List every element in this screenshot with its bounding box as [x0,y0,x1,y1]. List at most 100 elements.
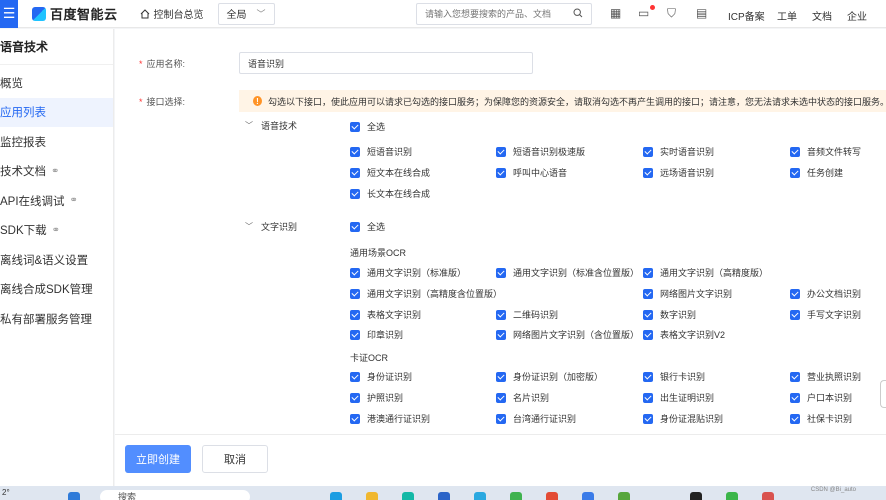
sidebar-item-tech-docs[interactable]: 技术文档 ⚭ [0,157,113,187]
checkbox-item[interactable]: 远场语音识别 [643,166,714,179]
checkbox-item[interactable]: 出生证明识别 [643,391,714,404]
checkbox-item[interactable]: 通用文字识别（高精度含位置版） [350,287,502,300]
os-taskbar: 搜索 [0,486,886,500]
checkbox-item[interactable]: 名片识别 [496,391,549,404]
checkbox-item[interactable]: 实时语音识别 [643,145,714,158]
category-speech[interactable]: ﹀ 语音技术 [245,119,297,132]
taskbar-search[interactable]: 搜索 [100,490,250,500]
menu-icon[interactable]: ☰ [0,0,18,28]
app-icon[interactable] [690,492,702,500]
checkbox-item[interactable]: 音频文件转写 [790,145,861,158]
app-icon[interactable] [402,492,414,500]
warning-banner: ! 勾选以下接口，使此应用可以请求已勾选的接口服务；为保障您的资源安全，请取消勾… [239,90,886,112]
sidebar-item-monitor[interactable]: 监控报表 [0,127,113,157]
checkbox-item[interactable]: 手写文字识别 [790,308,861,321]
folder-icon[interactable] [366,492,378,500]
checkbox-item[interactable]: 护照识别 [350,391,403,404]
browser-icon[interactable] [474,492,486,500]
region-value: 全局 [226,10,247,21]
wechat-icon[interactable] [726,492,738,500]
checkbox-item[interactable]: 营业执照识别 [790,370,861,383]
icp-link[interactable]: ICP备案 [728,8,765,23]
checkbox-item[interactable]: 长文本在线合成 [350,187,430,200]
app-icon[interactable] [546,492,558,500]
checkbox-item[interactable]: 二维码识别 [496,308,558,321]
checkbox-item[interactable]: 表格文字识别 [350,308,421,321]
app-name-input[interactable] [239,52,533,74]
checkbox-speech-select-all[interactable]: 全选 [350,120,385,133]
notification-dot [650,5,655,10]
interface-select-label: * 接口选择: [139,97,186,107]
app-icon[interactable] [510,492,522,500]
sidebar-item-offline-words[interactable]: 离线词&语义设置 [0,245,113,275]
checkbox-item[interactable]: 表格文字识别V2 [643,328,725,341]
checkbox-item[interactable]: 身份证识别 [350,370,412,383]
console-home-link[interactable]: 控制台总览 [140,6,204,21]
chevron-down-icon: ﹀ [256,9,266,19]
checkbox-item[interactable]: 港澳通行证识别 [350,412,430,425]
app-icon[interactable] [762,492,774,500]
checkbox-item[interactable]: 网络图片文字识别（含位置版） [496,328,639,341]
checkbox-item[interactable]: 户口本识别 [790,391,852,404]
region-select[interactable]: 全局 ﹀ [217,2,275,25]
app-icon[interactable] [582,492,594,500]
brand-logo-icon [32,6,46,21]
sidebar-item-app-list[interactable]: 应用列表 [0,97,113,127]
floating-help-tab[interactable] [880,380,886,408]
checkbox-item[interactable]: 通用文字识别（标准含位置版） [496,266,639,279]
checkbox-ocr-select-all[interactable]: 全选 [350,220,385,233]
checkbox-item[interactable]: 身份证混贴识别 [643,412,723,425]
cart-icon[interactable]: ⛉ [667,6,676,21]
checkbox-item[interactable]: 任务创建 [790,166,843,179]
sidebar-item-label: 技术文档 [0,166,46,179]
checkbox-item[interactable]: 台湾通行证识别 [496,412,576,425]
sidebar-item-overview[interactable]: 概览 [0,68,113,98]
checkbox-item[interactable]: 短文本在线合成 [350,166,430,179]
sidebar-item-private-deploy[interactable]: 私有部署服务管理 [0,304,113,334]
checkbox-item[interactable]: 通用文字识别（高精度版） [643,266,768,279]
sidebar-item-label: 离线词&语义设置 [0,254,89,267]
category-ocr[interactable]: ﹀ 文字识别 [245,220,297,233]
checkbox-item[interactable]: 社保卡识别 [790,412,852,425]
sidebar-item-api-debug[interactable]: API在线调试 ⚭ [0,186,113,216]
docs-link[interactable]: 文档 [812,8,832,23]
sidebar-item-offline-tts-sdk[interactable]: 离线合成SDK管理 [0,275,113,305]
external-link-icon: ⚭ [69,195,78,207]
checkbox-item[interactable]: 身份证识别（加密版） [496,370,603,383]
sidebar-item-label: 监控报表 [0,136,46,149]
windows-start-icon[interactable] [68,492,80,500]
external-link-icon: ⚭ [51,165,60,177]
sidebar-title: 语音技术 [0,29,113,65]
billing-icon[interactable]: ▤ [696,6,707,20]
checkbox-item[interactable]: 呼叫中心语音 [496,166,567,179]
external-link-icon: ⚭ [51,224,61,236]
app-icon[interactable] [438,492,450,500]
sidebar-item-label: 私有部署服务管理 [0,313,92,326]
checkbox-item[interactable]: 短语音识别 [350,145,412,158]
checkbox-item[interactable]: 数字识别 [643,308,696,321]
sidebar-item-sdk-download[interactable]: SDK下载 ⚭ [0,216,113,246]
app-icon[interactable] [330,492,342,500]
search-box[interactable] [416,3,592,25]
brand-name: 百度智能云 [50,7,118,22]
weather-temp: 2° [2,488,10,497]
search-input[interactable] [425,9,565,19]
app-icon[interactable] [618,492,630,500]
checkbox-item[interactable]: 印章识别 [350,328,403,341]
enterprise-link[interactable]: 企业 [847,8,867,23]
brand-logo[interactable]: 百度智能云 [32,4,118,23]
message-icon[interactable]: ▭ [638,6,649,20]
grid-apps-icon[interactable]: ▦ [610,6,621,20]
checkbox-item[interactable]: 办公文档识别 [790,287,861,300]
sidebar-item-label: 应用列表 [0,107,46,120]
create-button[interactable]: 立即创建 [125,445,191,473]
checkbox-item[interactable]: 通用文字识别（标准版） [350,266,466,279]
console-home-label: 控制台总览 [153,10,204,21]
search-icon[interactable] [573,7,583,21]
checkbox-item[interactable]: 短语音识别极速版 [496,145,585,158]
checkbox-item[interactable]: 网络图片文字识别 [643,287,732,300]
checkbox-item[interactable]: 银行卡识别 [643,370,705,383]
cancel-button[interactable]: 取消 [202,445,268,473]
ticket-link[interactable]: 工单 [777,8,797,23]
app-name-label: * 应用名称: [139,59,186,69]
